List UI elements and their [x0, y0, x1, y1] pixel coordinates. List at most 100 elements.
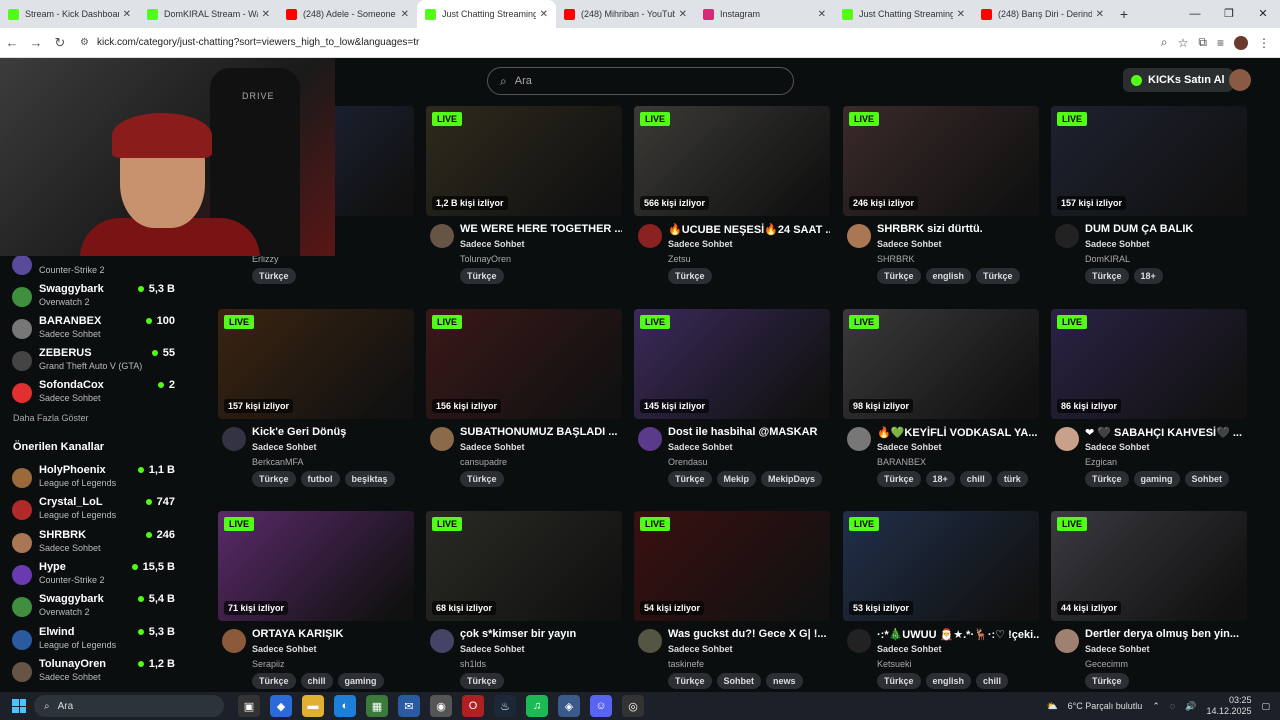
file-explorer-icon[interactable]: ▬ — [302, 695, 324, 717]
browser-tab[interactable]: DomKIRAL Stream - Watc ✕ — [139, 0, 278, 28]
stream-card[interactable]: LIVE 98 kişi izliyor 🔥💚KEYİFLİ VODKASAL YA… — [843, 309, 1039, 487]
copilot-icon[interactable]: ◆ — [270, 695, 292, 717]
stream-thumbnail[interactable]: LIVE 44 kişi izliyor — [1051, 511, 1247, 621]
reading-list-icon[interactable]: ≡ — [1217, 36, 1224, 50]
stream-title[interactable]: Was guckst du?! Gece X G| !... — [668, 628, 830, 640]
tag-pill[interactable]: türk — [996, 471, 1028, 487]
tag-pill[interactable]: Türkçe — [460, 268, 504, 284]
stream-category[interactable]: Sadece Sohbet — [877, 239, 942, 249]
tag-pill[interactable]: Türkçe — [1085, 673, 1129, 689]
channel-name[interactable]: Zetsu — [668, 254, 691, 264]
tag-pill[interactable]: Türkçe — [252, 268, 296, 284]
edge-icon[interactable]: ◐ — [334, 695, 356, 717]
stream-card[interactable]: LIVE 157 kişi izliyor Kick'e Geri Dönüş Sad… — [218, 309, 414, 487]
stream-title[interactable]: 🔥UCUBE NEŞESİ🔥24 SAAT ... — [668, 223, 830, 236]
channel-name[interactable]: Serapiiz — [252, 659, 285, 669]
streamer-avatar[interactable] — [847, 224, 871, 248]
stream-thumbnail[interactable]: LIVE 1,2 B kişi izliyor — [426, 106, 622, 216]
close-tab-icon[interactable]: ✕ — [679, 9, 687, 20]
stream-thumbnail[interactable]: LIVE 71 kişi izliyor — [218, 511, 414, 621]
close-window-icon[interactable]: ✕ — [1246, 0, 1280, 28]
close-tab-icon[interactable]: ✕ — [540, 9, 548, 20]
task-view-icon[interactable]: ▣ — [238, 695, 260, 717]
stream-card[interactable]: LIVE 1,2 B kişi izliyor WE WERE HERE TOGET… — [426, 106, 622, 284]
back-icon[interactable]: ← — [0, 35, 24, 50]
stream-thumbnail[interactable]: LIVE 86 kişi izliyor — [1051, 309, 1247, 419]
stream-category[interactable]: Sadece Sohbet — [668, 644, 733, 654]
browser-tab[interactable]: Instagram ✕ — [695, 0, 834, 28]
channel-name[interactable]: taskinefe — [668, 659, 704, 669]
tag-pill[interactable]: 18+ — [925, 471, 955, 487]
close-tab-icon[interactable]: ✕ — [957, 9, 965, 20]
stream-title[interactable]: Dost ile hasbihal @MASKAR — [668, 426, 830, 438]
tag-pill[interactable]: MekipDays — [761, 471, 823, 487]
stream-card[interactable]: LIVE 246 kişi izliyor SHRBRK sizi dürttü. S… — [843, 106, 1039, 284]
stream-card[interactable]: LIVE 566 kişi izliyor 🔥UCUBE NEŞESİ🔥24 SAA… — [634, 106, 830, 284]
reload-icon[interactable]: ↻ — [48, 35, 72, 51]
close-tab-icon[interactable]: ✕ — [1096, 9, 1104, 20]
sidebar-channel[interactable]: ZEBERUS Grand Theft Auto V (GTA) 55 — [12, 347, 182, 379]
sidebar-channel[interactable]: BARANBEX Sadece Sohbet 100 — [12, 315, 182, 347]
bookmark-star-icon[interactable]: ☆ — [1178, 36, 1189, 50]
stream-title[interactable]: SHRBRK sizi dürttü. — [877, 223, 1039, 235]
browser-tab[interactable]: (248) Mihriban - YouTube ✕ — [556, 0, 695, 28]
tag-pill[interactable]: Sohbet — [1184, 471, 1230, 487]
tray-chevron-icon[interactable]: ⌃ — [1152, 701, 1160, 712]
store-icon[interactable]: ▦ — [366, 695, 388, 717]
spotify-icon[interactable]: ♫ — [526, 695, 548, 717]
stream-thumbnail[interactable]: LIVE 54 kişi izliyor — [634, 511, 830, 621]
app-icon[interactable]: ◈ — [558, 695, 580, 717]
channel-name[interactable]: cansupadre — [460, 457, 507, 467]
channel-name[interactable]: SHRBRK — [877, 254, 915, 264]
tag-pill[interactable]: Türkçe — [460, 673, 504, 689]
tag-pill[interactable]: chill — [300, 673, 333, 689]
stream-category[interactable]: Sadece Sohbet — [460, 239, 525, 249]
stream-title[interactable]: Kick'e Geri Dönüş — [252, 426, 414, 438]
sidebar-channel[interactable]: HolyPhoenix League of Legends 1,1 B — [12, 464, 182, 496]
tag-pill[interactable]: Türkçe — [460, 471, 504, 487]
streamer-avatar[interactable] — [1055, 224, 1079, 248]
streamer-avatar[interactable] — [1055, 629, 1079, 653]
channel-name[interactable]: sh1lds — [460, 659, 486, 669]
menu-icon[interactable]: ⋮ — [1258, 36, 1270, 50]
close-tab-icon[interactable]: ✕ — [401, 9, 409, 20]
sidebar-channel[interactable]: SHRBRK Sadece Sohbet 246 — [12, 529, 182, 561]
stream-card[interactable]: LIVE 156 kişi izliyor SUBATHONUMUZ BAŞLADI… — [426, 309, 622, 487]
user-avatar[interactable] — [1229, 69, 1251, 91]
sidebar-channel[interactable]: SofondaCox Sadece Sohbet 2 — [12, 379, 182, 411]
tag-pill[interactable]: english — [925, 268, 972, 284]
tag-pill[interactable]: Türkçe — [976, 268, 1020, 284]
streamer-avatar[interactable] — [847, 629, 871, 653]
stream-title[interactable]: ·:*🎄UWUU 🎅★.*·🦌·:♡ !çeki... — [877, 628, 1039, 641]
extensions-icon[interactable]: ⧉ — [1198, 35, 1207, 50]
maximize-icon[interactable]: ❐ — [1212, 0, 1246, 28]
channel-name[interactable]: DomKIRAL — [1085, 254, 1130, 264]
stream-card[interactable]: LIVE 68 kişi izliyor çok s*kimser bir yayı… — [426, 511, 622, 689]
browser-tab[interactable]: (248) Barış Diri - Derinde ✕ — [973, 0, 1112, 28]
channel-name[interactable]: TolunayOren — [460, 254, 511, 264]
stream-thumbnail[interactable]: LIVE 566 kişi izliyor — [634, 106, 830, 216]
close-tab-icon[interactable]: ✕ — [818, 9, 826, 20]
stream-category[interactable]: Sadece Sohbet — [668, 442, 733, 452]
volume-icon[interactable]: 🔊 — [1185, 701, 1196, 712]
tag-pill[interactable]: Türkçe — [252, 471, 296, 487]
weather-text[interactable]: 6°C Parçalı bulutlu — [1068, 701, 1143, 711]
streamer-avatar[interactable] — [222, 427, 246, 451]
chrome-icon[interactable]: ◉ — [430, 695, 452, 717]
stream-card[interactable]: LIVE 44 kişi izliyor Dertler derya olmuş b… — [1051, 511, 1247, 689]
network-icon[interactable]: ◌ — [1170, 701, 1175, 711]
discord-icon[interactable]: ☺ — [590, 695, 612, 717]
channel-name[interactable]: Ezgican — [1085, 457, 1117, 467]
tag-pill[interactable]: Türkçe — [252, 673, 296, 689]
stream-category[interactable]: Sadece Sohbet — [1085, 442, 1150, 452]
tag-pill[interactable]: chill — [976, 673, 1009, 689]
browser-tab[interactable]: Just Chatting Streaming ✕ — [834, 0, 973, 28]
site-info-icon[interactable]: ⚙ — [80, 37, 89, 48]
close-tab-icon[interactable]: ✕ — [262, 9, 270, 20]
tag-pill[interactable]: Türkçe — [668, 471, 712, 487]
tag-pill[interactable]: Türkçe — [877, 471, 921, 487]
channel-name[interactable]: BARANBEX — [877, 457, 926, 467]
stream-title[interactable]: 🔥💚KEYİFLİ VODKASAL YA... — [877, 426, 1039, 439]
tag-pill[interactable]: Sohbet — [716, 673, 762, 689]
stream-thumbnail[interactable]: LIVE 157 kişi izliyor — [218, 309, 414, 419]
